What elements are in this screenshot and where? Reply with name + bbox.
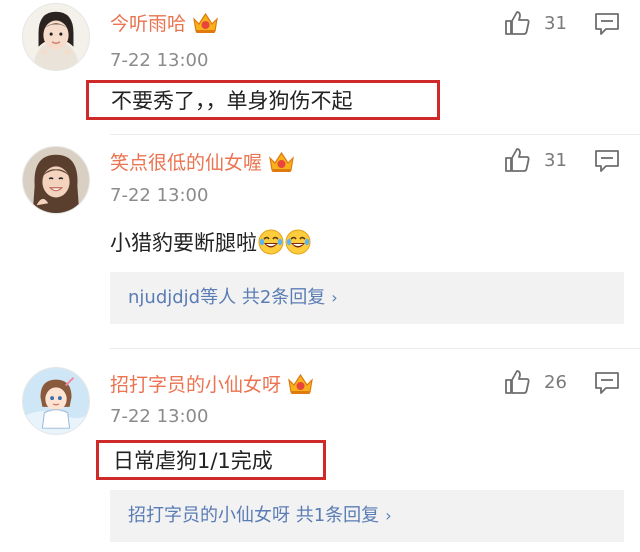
thumbs-up-icon bbox=[505, 148, 530, 172]
replies-preview[interactable]: 招打字员的小仙女呀 共1条回复 › bbox=[110, 490, 624, 542]
crown-icon bbox=[192, 11, 219, 35]
like-count: 31 bbox=[544, 12, 567, 34]
username[interactable]: 今听雨哈 bbox=[110, 9, 219, 36]
reply-username[interactable]: njudjdjd bbox=[128, 287, 200, 308]
like-button[interactable]: 26 bbox=[502, 367, 567, 397]
avatar[interactable] bbox=[22, 3, 90, 71]
thumbs-up-icon bbox=[505, 370, 530, 394]
replies-preview[interactable]: njudjdjd等人 共2条回复 › bbox=[110, 272, 624, 324]
avatar[interactable] bbox=[22, 146, 90, 214]
laughing-tears-icon bbox=[258, 229, 284, 255]
comment-text: 日常虐狗1/1完成 bbox=[96, 440, 326, 480]
username-text[interactable]: 招打字员的小仙女呀 bbox=[110, 370, 281, 397]
divider bbox=[110, 348, 640, 349]
like-count: 31 bbox=[544, 149, 567, 171]
timestamp: 7-22 13:00 bbox=[110, 185, 209, 206]
comment-icon[interactable] bbox=[594, 12, 620, 36]
comment-text: 小猎豹要断腿啦 bbox=[110, 227, 311, 257]
comment-text-body: 小猎豹要断腿啦 bbox=[110, 231, 257, 255]
reply-count[interactable]: 共1条回复 bbox=[290, 505, 379, 526]
chevron-right-icon: › bbox=[331, 288, 338, 307]
avatar-image bbox=[23, 4, 89, 70]
comment-text: 不要秀了，，单身狗伤不起 bbox=[86, 80, 440, 120]
like-button[interactable]: 31 bbox=[502, 145, 567, 175]
like-count: 26 bbox=[544, 371, 567, 393]
timestamp: 7-22 13:00 bbox=[110, 50, 209, 71]
reply-username[interactable]: 招打字员的小仙女呀 bbox=[128, 505, 290, 526]
thumbs-up-icon bbox=[505, 11, 530, 35]
laughing-tears-icon bbox=[285, 229, 311, 255]
avatar[interactable] bbox=[22, 367, 90, 435]
username[interactable]: 笑点很低的仙女喔 bbox=[110, 148, 295, 175]
divider bbox=[110, 134, 640, 135]
comment-icon[interactable] bbox=[594, 371, 620, 395]
like-button[interactable]: 31 bbox=[502, 8, 567, 38]
crown-icon bbox=[287, 372, 314, 396]
avatar-image bbox=[23, 368, 89, 434]
chevron-right-icon: › bbox=[385, 506, 392, 525]
username[interactable]: 招打字员的小仙女呀 bbox=[110, 370, 314, 397]
reply-count[interactable]: 等人 共2条回复 bbox=[200, 287, 325, 308]
comment-icon[interactable] bbox=[594, 149, 620, 173]
timestamp: 7-22 13:00 bbox=[110, 406, 209, 427]
crown-icon bbox=[268, 150, 295, 174]
username-text[interactable]: 笑点很低的仙女喔 bbox=[110, 148, 262, 175]
avatar-image bbox=[23, 147, 89, 213]
username-text[interactable]: 今听雨哈 bbox=[110, 9, 186, 36]
